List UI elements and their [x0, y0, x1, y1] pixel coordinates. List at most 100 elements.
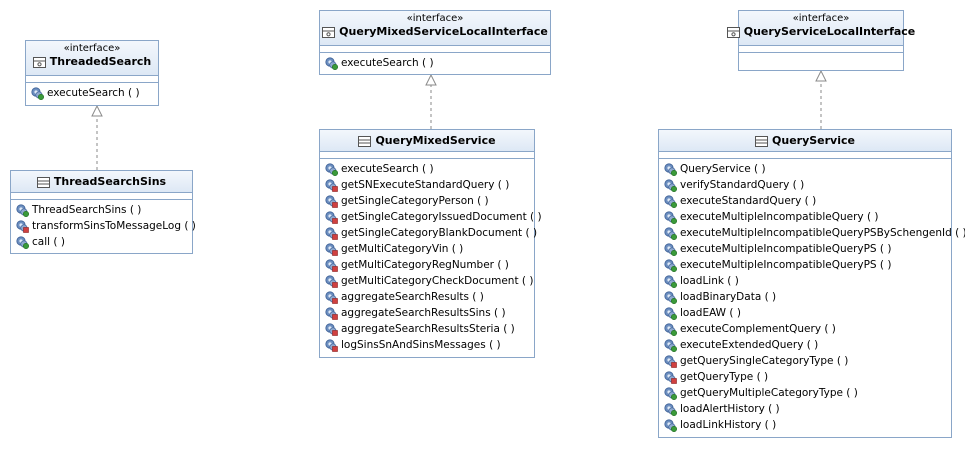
operations-compartment: executeSearch ( ) getSNExecuteStandardQue…	[320, 159, 542, 353]
operation-row[interactable]: verifyStandardQuery ( )	[664, 177, 951, 193]
operation-row[interactable]: loadLinkHistory ( )	[664, 417, 951, 433]
operation-row[interactable]: aggregateSearchResultsSteria ( )	[325, 321, 534, 337]
operation-row[interactable]: loadAlertHistory ( )	[664, 401, 951, 417]
interface-queryservicelocalinterface[interactable]: «interface» QueryServiceLocalInterface	[726, 10, 915, 71]
public-method-icon	[664, 274, 677, 288]
private-method-icon	[325, 242, 338, 256]
public-method-icon	[325, 162, 338, 176]
operation-label: aggregateSearchResultsSteria ( )	[341, 323, 515, 335]
operation-row[interactable]: ThreadSearchSins ( )	[16, 202, 192, 218]
operation-label: verifyStandardQuery ( )	[680, 179, 805, 191]
attributes-compartment	[320, 152, 534, 159]
operation-row[interactable]: loadLink ( )	[664, 273, 951, 289]
class-querymixedservice[interactable]: QueryMixedService executeSearch ( ) getSN…	[319, 129, 542, 358]
operation-row[interactable]: getSingleCategoryBlankDocument ( )	[325, 225, 537, 241]
operation-label: executeMultipleIncompatibleQueryPS ( )	[680, 243, 892, 255]
class-header: ThreadSearchSins	[11, 171, 192, 193]
public-method-icon	[664, 242, 677, 256]
public-method-icon	[664, 258, 677, 272]
operation-label: getQuerySingleCategoryType ( )	[680, 355, 849, 367]
class-threadsearchsins[interactable]: ThreadSearchSins ThreadSearchSins ( ) tra…	[10, 170, 196, 254]
private-method-icon	[664, 354, 677, 368]
operation-row[interactable]: executeMultipleIncompatibleQueryPS ( )	[664, 241, 951, 257]
operation-row[interactable]: getMultiCategoryRegNumber ( )	[325, 257, 534, 273]
operation-label: aggregateSearchResultsSins ( )	[341, 307, 506, 319]
operation-row[interactable]: executeSearch ( )	[325, 161, 534, 177]
operation-label: executeMultipleIncompatibleQueryPSBySche…	[680, 227, 965, 239]
class-header: «interface» QueryMixedServiceLocalInterf…	[320, 11, 550, 46]
operation-row[interactable]: QueryService ( )	[664, 161, 951, 177]
interface-querymixedservicelocalinterface[interactable]: «interface» QueryMixedServiceLocalInterf…	[319, 10, 551, 75]
interface-name: QueryMixedServiceLocalInterface	[339, 25, 548, 38]
operation-label: executeSearch ( )	[341, 163, 434, 175]
interface-icon	[726, 26, 740, 38]
operation-row[interactable]: getMultiCategoryCheckDocument ( )	[325, 273, 534, 289]
operation-row[interactable]: logSinsSnAndSinsMessages ( )	[325, 337, 534, 353]
public-method-icon	[664, 338, 677, 352]
public-method-icon	[664, 402, 677, 416]
operation-row[interactable]: executeStandardQuery ( )	[664, 193, 951, 209]
attributes-compartment	[26, 76, 158, 83]
operation-row[interactable]: call ( )	[16, 234, 192, 250]
class-icon	[755, 135, 769, 147]
operation-label: call ( )	[32, 236, 65, 248]
operation-row[interactable]: executeExtendedQuery ( )	[664, 337, 951, 353]
public-method-icon	[664, 162, 677, 176]
operation-row[interactable]: loadEAW ( )	[664, 305, 951, 321]
operation-label: ThreadSearchSins ( )	[32, 204, 142, 216]
operation-row[interactable]: getSingleCategoryIssuedDocument ( )	[325, 209, 542, 225]
operation-row[interactable]: executeMultipleIncompatibleQueryPSBySche…	[664, 225, 965, 241]
interface-icon	[322, 26, 336, 38]
operation-label: QueryService ( )	[680, 163, 766, 175]
operation-row[interactable]: executeSearch ( )	[325, 55, 550, 71]
operation-row[interactable]: getMultiCategoryVin ( )	[325, 241, 534, 257]
operation-label: getMultiCategoryRegNumber ( )	[341, 259, 509, 271]
operations-compartment: ThreadSearchSins ( ) transformSinsToMessa…	[11, 200, 196, 250]
operation-label: executeSearch ( )	[341, 57, 434, 69]
public-method-icon	[16, 203, 29, 217]
public-method-icon	[664, 306, 677, 320]
operation-label: executeMultipleIncompatibleQuery ( )	[680, 211, 879, 223]
public-method-icon	[325, 56, 338, 70]
interface-icon	[32, 56, 46, 68]
class-queryservice[interactable]: QueryService QueryService ( ) verifyStand…	[658, 129, 965, 438]
stereotype-label: «interface»	[406, 13, 464, 24]
operation-row[interactable]: getSingleCategoryPerson ( )	[325, 193, 534, 209]
private-method-icon	[325, 338, 338, 352]
operation-row[interactable]: executeMultipleIncompatibleQuery ( )	[664, 209, 951, 225]
operation-row[interactable]: getQueryType ( )	[664, 369, 951, 385]
operation-label: executeExtendedQuery ( )	[680, 339, 819, 351]
operation-label: getQueryMultipleCategoryType ( )	[680, 387, 858, 399]
operation-label: loadAlertHistory ( )	[680, 403, 780, 415]
operation-label: getSingleCategoryIssuedDocument ( )	[341, 211, 542, 223]
operation-label: loadEAW ( )	[680, 307, 741, 319]
attributes-compartment	[659, 152, 951, 159]
stereotype-label: «interface»	[63, 43, 121, 54]
operation-row[interactable]: getQuerySingleCategoryType ( )	[664, 353, 951, 369]
class-header: QueryService	[659, 130, 951, 152]
class-header: «interface» QueryServiceLocalInterface	[726, 11, 915, 46]
operations-compartment	[739, 53, 903, 67]
operation-label: executeSearch ( )	[47, 87, 140, 99]
operation-label: transformSinsToMessageLog ( )	[32, 220, 196, 232]
interface-threadedsearch[interactable]: «interface» ThreadedSearch executeSearch…	[25, 40, 159, 106]
public-method-icon	[664, 386, 677, 400]
operation-label: getSingleCategoryPerson ( )	[341, 195, 489, 207]
private-method-icon	[325, 306, 338, 320]
operation-label: executeComplementQuery ( )	[680, 323, 836, 335]
operation-row[interactable]: aggregateSearchResultsSins ( )	[325, 305, 534, 321]
operation-row[interactable]: executeMultipleIncompatibleQueryPS ( )	[664, 257, 951, 273]
attributes-compartment	[739, 46, 903, 53]
operation-row[interactable]: transformSinsToMessageLog ( )	[16, 218, 196, 234]
public-method-icon	[664, 290, 677, 304]
operation-row[interactable]: executeSearch ( )	[31, 85, 158, 101]
operation-row[interactable]: loadBinaryData ( )	[664, 289, 951, 305]
operation-row[interactable]: executeComplementQuery ( )	[664, 321, 951, 337]
public-method-icon	[16, 235, 29, 249]
operation-row[interactable]: aggregateSearchResults ( )	[325, 289, 534, 305]
private-method-icon	[325, 290, 338, 304]
public-method-icon	[664, 178, 677, 192]
operation-row[interactable]: getQueryMultipleCategoryType ( )	[664, 385, 951, 401]
private-method-icon	[325, 322, 338, 336]
operation-row[interactable]: getSNExecuteStandardQuery ( )	[325, 177, 534, 193]
